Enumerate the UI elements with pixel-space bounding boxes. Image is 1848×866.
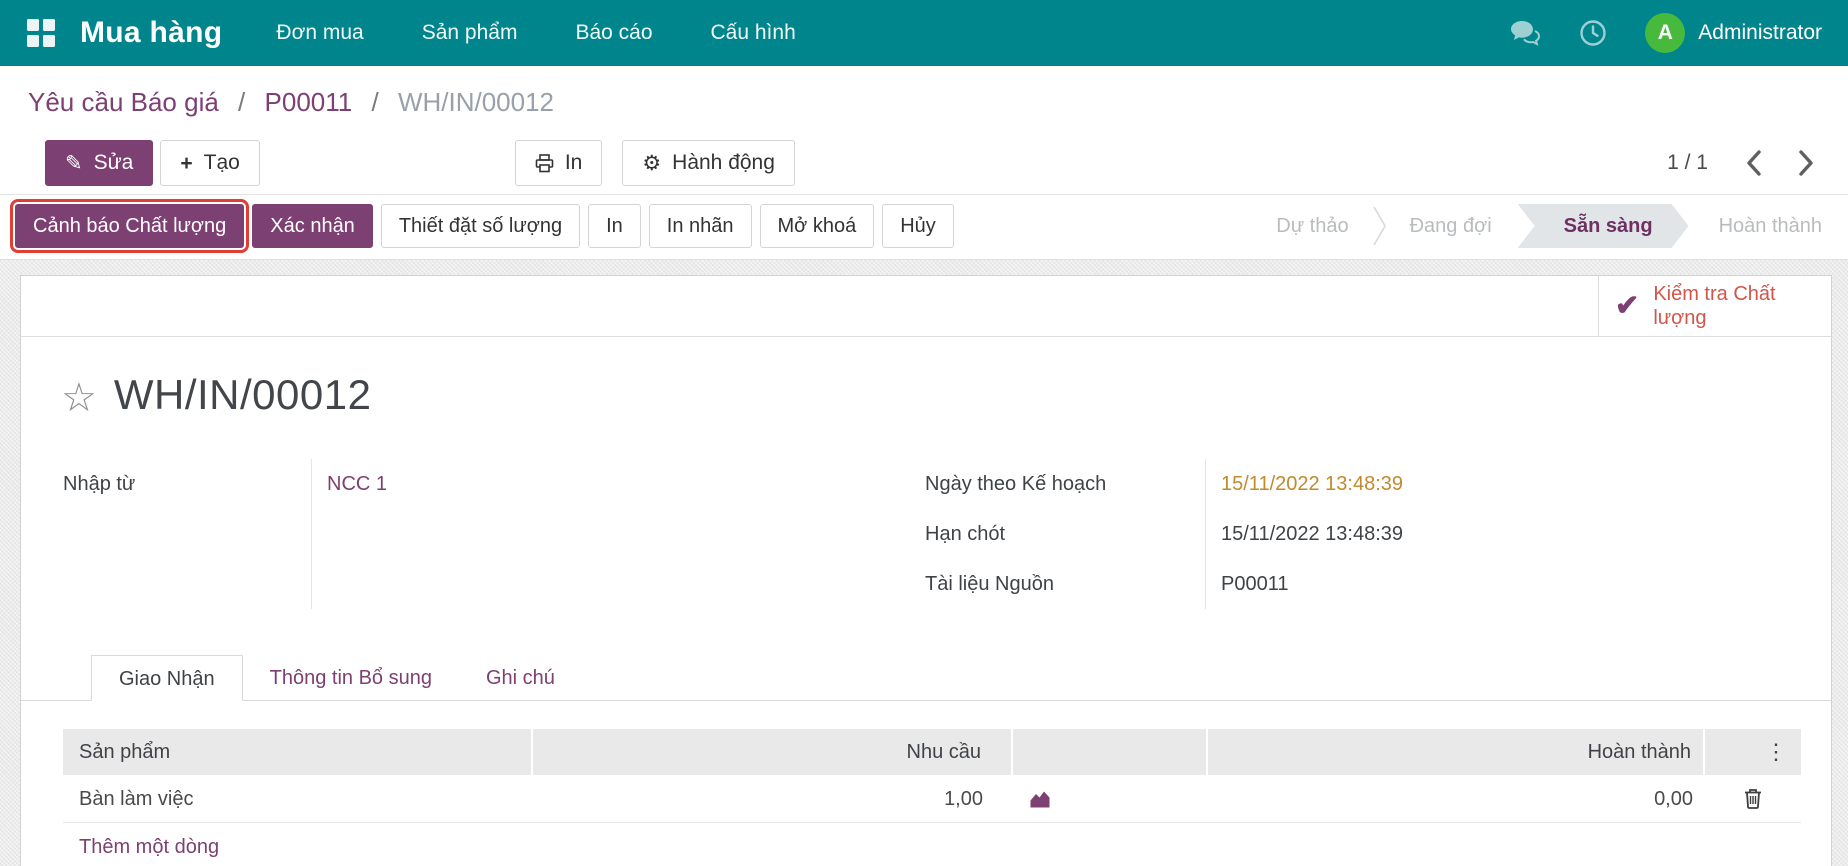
tab-operations[interactable]: Giao Nhận <box>91 655 243 701</box>
tab-notes[interactable]: Ghi chú <box>459 655 582 701</box>
field-group-right: Ngày theo Kế hoạch Hạn chót Tài liệu Ngu… <box>925 459 1789 609</box>
nav-item-don-mua[interactable]: Đơn mua <box>276 21 363 45</box>
cancel-button[interactable]: Hủy <box>882 204 954 248</box>
apps-grid-icon[interactable] <box>26 18 56 48</box>
field-value-scheduled-date: 15/11/2022 13:48:39 <box>1221 459 1789 509</box>
breadcrumb: Yêu cầu Báo giá / P00011 / WH/IN/00012 <box>0 66 1848 130</box>
quality-alert-button[interactable]: Cảnh báo Chất lượng <box>15 204 244 248</box>
printer-icon <box>535 154 554 173</box>
quality-check-smart-button[interactable]: ✔ Kiểm tra Chất lượng <box>1598 276 1831 336</box>
gear-icon: ⚙ <box>642 153 661 174</box>
statusbar: Cảnh báo Chất lượng Xác nhận Thiết đặt s… <box>0 194 1848 260</box>
field-value-deadline: 15/11/2022 13:48:39 <box>1221 509 1789 559</box>
breadcrumb-link-quotation-requests[interactable]: Yêu cầu Báo giá <box>28 87 219 117</box>
row-demand[interactable]: 1,00 <box>533 775 1013 823</box>
set-quantities-button[interactable]: Thiết đặt số lượng <box>381 204 580 248</box>
control-panel: ✎ Sửa + Tạo In ⚙ Hành động <box>0 130 1848 194</box>
title-row: ☆ WH/IN/00012 <box>61 371 1831 419</box>
table-row[interactable]: Bàn làm việc 1,00 0,00 <box>63 775 1801 823</box>
field-label-deadline: Hạn chót <box>925 509 1205 559</box>
smart-button-box: ✔ Kiểm tra Chất lượng <box>21 276 1831 337</box>
breadcrumb-separator: / <box>371 87 378 117</box>
app-name[interactable]: Mua hàng <box>80 16 222 50</box>
plus-icon: + <box>180 153 192 174</box>
validate-button[interactable]: Xác nhận <box>252 204 373 248</box>
field-label-source-document: Tài liệu Nguồn <box>925 559 1205 609</box>
field-groups: Nhập từ NCC 1 Ngày theo Kế hoạch Hạn chó… <box>63 459 1789 609</box>
table-header: Sản phẩm Nhu cầu Hoàn thành ⋮ <box>63 729 1801 775</box>
pager-counter: 1 / 1 <box>1667 151 1708 175</box>
activity-clock-icon[interactable] <box>1579 19 1607 47</box>
pencil-icon: ✎ <box>65 153 83 174</box>
field-value-partner[interactable]: NCC 1 <box>327 459 925 509</box>
create-button[interactable]: + Tạo <box>160 140 259 186</box>
print-button[interactable]: In <box>515 140 603 186</box>
avatar[interactable]: A <box>1645 13 1685 53</box>
field-group-left: Nhập từ NCC 1 <box>63 459 925 609</box>
purchase-receipt-form-page: Mua hàng Đơn mua Sản phẩm Báo cáo Cấu hì… <box>0 0 1848 866</box>
user-name: Administrator <box>1698 21 1822 45</box>
breadcrumb-current: WH/IN/00012 <box>398 87 554 117</box>
pager: 1 / 1 <box>1667 150 1814 176</box>
stage-draft[interactable]: Dự thảo <box>1252 215 1372 238</box>
column-header-demand[interactable]: Nhu cầu <box>533 729 1013 775</box>
edit-create-group: ✎ Sửa + Tạo <box>45 140 260 186</box>
field-value-source-document: P00011 <box>1221 559 1789 609</box>
action-menu-button[interactable]: ⚙ Hành động <box>622 140 795 186</box>
nav-right: A Administrator <box>1509 13 1822 53</box>
print-labels-button[interactable]: In nhãn <box>649 204 752 248</box>
nav-menu: Đơn mua Sản phẩm Báo cáo Cấu hình <box>276 21 795 45</box>
edit-button[interactable]: ✎ Sửa <box>45 140 153 186</box>
messages-icon[interactable] <box>1509 19 1541 47</box>
tab-additional-info[interactable]: Thông tin Bổ sung <box>243 655 459 701</box>
trash-icon[interactable] <box>1744 788 1762 809</box>
chevron-left-icon[interactable] <box>1746 150 1761 176</box>
column-header-empty <box>1013 729 1208 775</box>
breadcrumb-separator: / <box>238 87 245 117</box>
chevron-right-icon[interactable] <box>1799 150 1814 176</box>
user-menu[interactable]: A Administrator <box>1645 13 1822 53</box>
stage-ready[interactable]: Sẵn sàng <box>1518 204 1689 248</box>
sheet-background: ✔ Kiểm tra Chất lượng ☆ WH/IN/00012 Nhập… <box>0 260 1848 866</box>
print-picking-button[interactable]: In <box>588 204 641 248</box>
print-action-group: In ⚙ Hành động <box>515 140 795 186</box>
nav-item-cau-hinh[interactable]: Cấu hình <box>711 21 796 45</box>
stage-chevron-icon <box>1373 206 1386 246</box>
row-delete-cell <box>1705 775 1801 823</box>
operations-table: Sản phẩm Nhu cầu Hoàn thành ⋮ Bàn làm vi… <box>63 729 1801 866</box>
form-sheet: ✔ Kiểm tra Chất lượng ☆ WH/IN/00012 Nhập… <box>20 275 1832 866</box>
breadcrumb-link-p00011[interactable]: P00011 <box>265 87 353 117</box>
row-product[interactable]: Bàn làm việc <box>63 775 533 823</box>
top-nav: Mua hàng Đơn mua Sản phẩm Báo cáo Cấu hì… <box>0 0 1848 66</box>
column-header-product[interactable]: Sản phẩm <box>63 729 533 775</box>
page-title: WH/IN/00012 <box>114 371 372 419</box>
area-chart-icon[interactable] <box>1029 790 1051 808</box>
nav-item-bao-cao[interactable]: Báo cáo <box>575 21 652 45</box>
stage-waiting[interactable]: Đang đợi <box>1386 215 1516 238</box>
add-line-link[interactable]: Thêm một dòng <box>63 823 1801 866</box>
kebab-menu-icon[interactable]: ⋮ <box>1705 729 1801 775</box>
row-forecast-cell <box>1013 775 1208 823</box>
field-label-scheduled-date: Ngày theo Kế hoạch <box>925 459 1205 509</box>
field-label-receive-from: Nhập từ <box>63 459 311 509</box>
nav-item-san-pham[interactable]: Sản phẩm <box>422 21 518 45</box>
stage-pipeline: Dự thảo Đang đợi Sẵn sàng Hoàn thành <box>1252 204 1828 248</box>
column-header-done[interactable]: Hoàn thành <box>1208 729 1705 775</box>
notebook-tabs: Giao Nhận Thông tin Bổ sung Ghi chú <box>21 655 1831 701</box>
unlock-button[interactable]: Mở khoá <box>760 204 875 248</box>
check-icon: ✔ <box>1615 292 1639 321</box>
row-done[interactable]: 0,00 <box>1208 775 1705 823</box>
stage-done[interactable]: Hoàn thành <box>1691 215 1828 238</box>
favorite-star-icon[interactable]: ☆ <box>61 378 97 418</box>
